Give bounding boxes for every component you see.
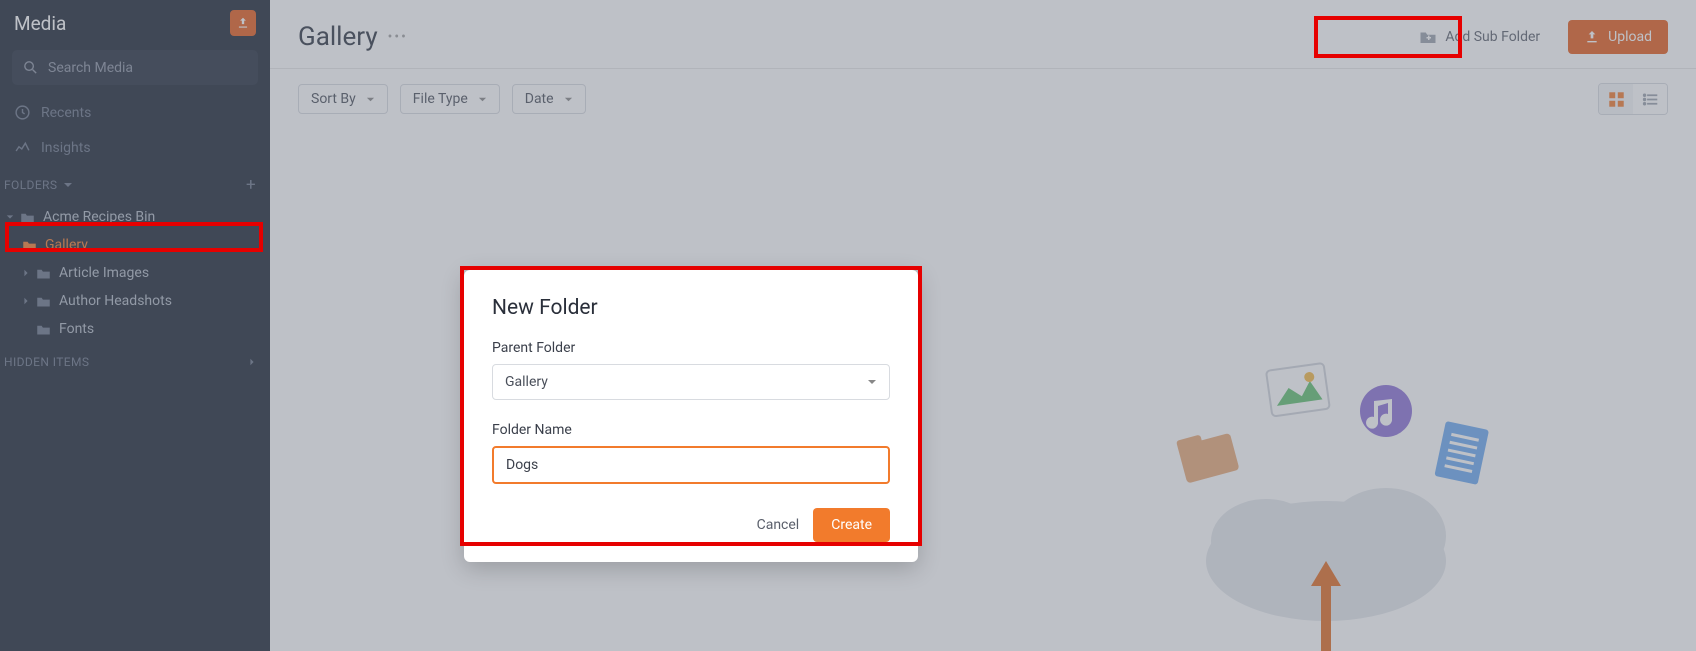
folder-name-input[interactable] [492,446,890,484]
new-folder-modal: New Folder Parent Folder Gallery Folder … [464,270,918,562]
cancel-button[interactable]: Cancel [757,517,800,533]
create-button[interactable]: Create [813,508,890,542]
folder-name-label: Folder Name [492,422,890,438]
chevron-down-icon [867,377,877,387]
parent-folder-value: Gallery [505,374,548,390]
parent-folder-select[interactable]: Gallery [492,364,890,400]
modal-title: New Folder [492,296,890,320]
parent-folder-label: Parent Folder [492,340,890,356]
